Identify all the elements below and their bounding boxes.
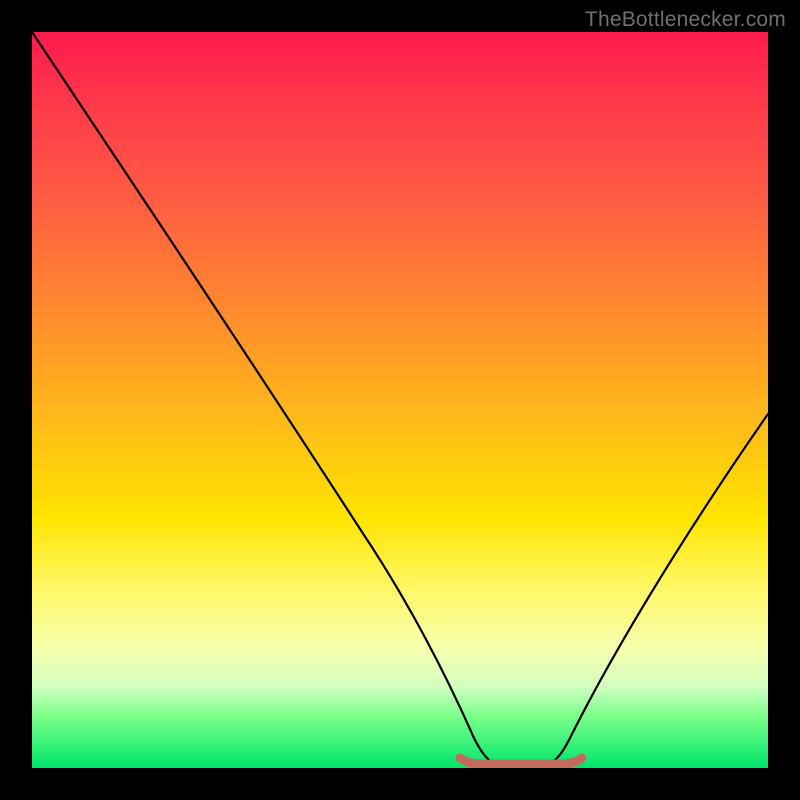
chart-frame: TheBottlenecker.com <box>0 0 800 800</box>
bottleneck-curve <box>32 32 768 765</box>
optimal-floor-segment <box>460 758 582 764</box>
chart-svg <box>32 32 768 768</box>
watermark-text: TheBottlenecker.com <box>585 8 786 32</box>
plot-area <box>32 32 768 768</box>
